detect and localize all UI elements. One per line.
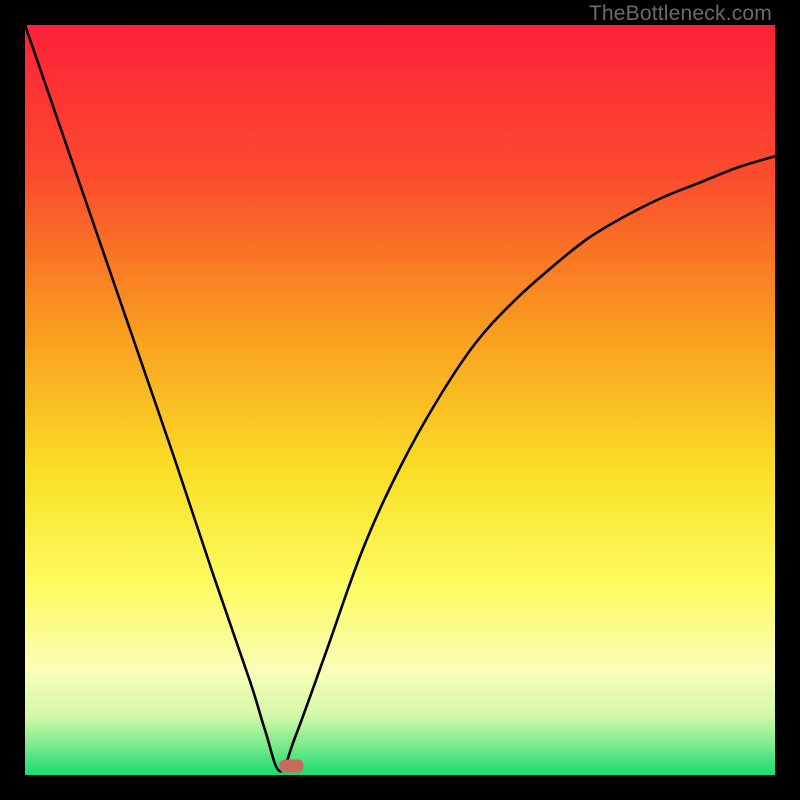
- gradient-background: [25, 25, 775, 775]
- chart-svg: [25, 25, 775, 775]
- optimal-marker: [279, 760, 303, 773]
- watermark-text: TheBottleneck.com: [589, 2, 772, 26]
- chart-frame: [25, 25, 775, 775]
